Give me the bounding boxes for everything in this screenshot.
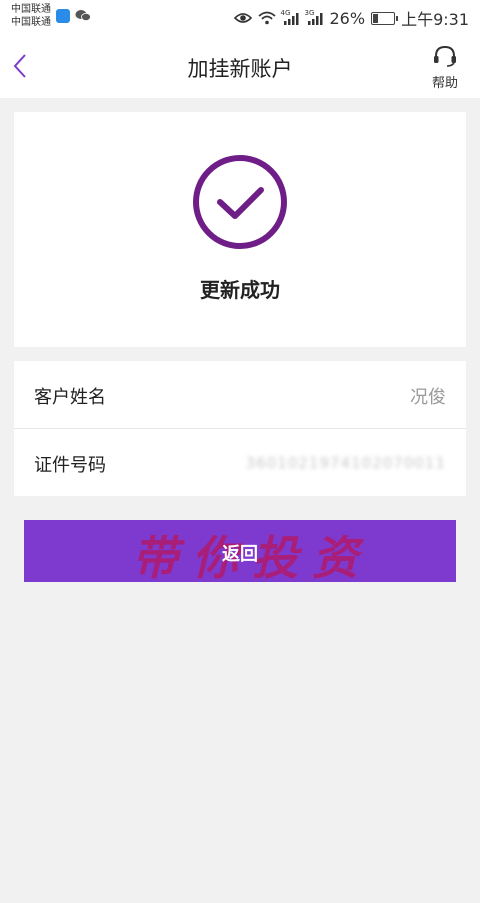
battery-percent: 26%	[329, 8, 366, 28]
headset-icon	[434, 45, 456, 67]
status-indicators: 4G 3G 26% 上午9:31	[233, 6, 469, 30]
help-button[interactable]: 帮助	[430, 45, 460, 91]
customer-name-label: 客户姓名	[34, 387, 106, 408]
shield-app-icon	[56, 9, 70, 23]
carrier-1: 中国联通	[11, 4, 51, 15]
battery-icon	[371, 11, 399, 25]
success-message: 更新成功	[200, 278, 280, 302]
network-1-label: 4G	[280, 8, 291, 17]
notification-icons	[56, 9, 91, 23]
carrier-labels: 中国联通 中国联通	[11, 3, 51, 29]
help-label: 帮助	[431, 76, 458, 91]
return-button[interactable]: 带你投资 返回	[24, 520, 456, 585]
nav-bar: 加挂新账户 帮助	[0, 34, 480, 98]
account-info-list: 客户姓名 况俊 证件号码 3601021974102070011	[14, 361, 466, 496]
network-2-label: 3G	[304, 8, 315, 17]
eye-icon	[233, 13, 252, 23]
page-title: 加挂新账户	[187, 57, 293, 81]
id-number-row: 证件号码 3601021974102070011	[14, 428, 466, 496]
status-bar: 中国联通 中国联通 4G 3G 26% 上午9:31	[0, 0, 480, 34]
signal-2: 3G	[304, 8, 324, 25]
carrier-2: 中国联通	[11, 17, 51, 28]
customer-name-row: 客户姓名 况俊	[14, 361, 466, 428]
return-label: 返回	[222, 544, 258, 564]
check-circle-icon	[193, 155, 287, 249]
id-number-value: 3601021974102070011	[245, 454, 446, 472]
wechat-icon	[75, 10, 91, 21]
clock: 上午9:31	[401, 10, 469, 29]
signal-1: 4G	[280, 8, 300, 25]
customer-name-value: 况俊	[410, 387, 446, 408]
success-card: 更新成功	[14, 112, 466, 347]
id-number-label: 证件号码	[34, 455, 106, 476]
wifi-icon	[257, 11, 276, 25]
